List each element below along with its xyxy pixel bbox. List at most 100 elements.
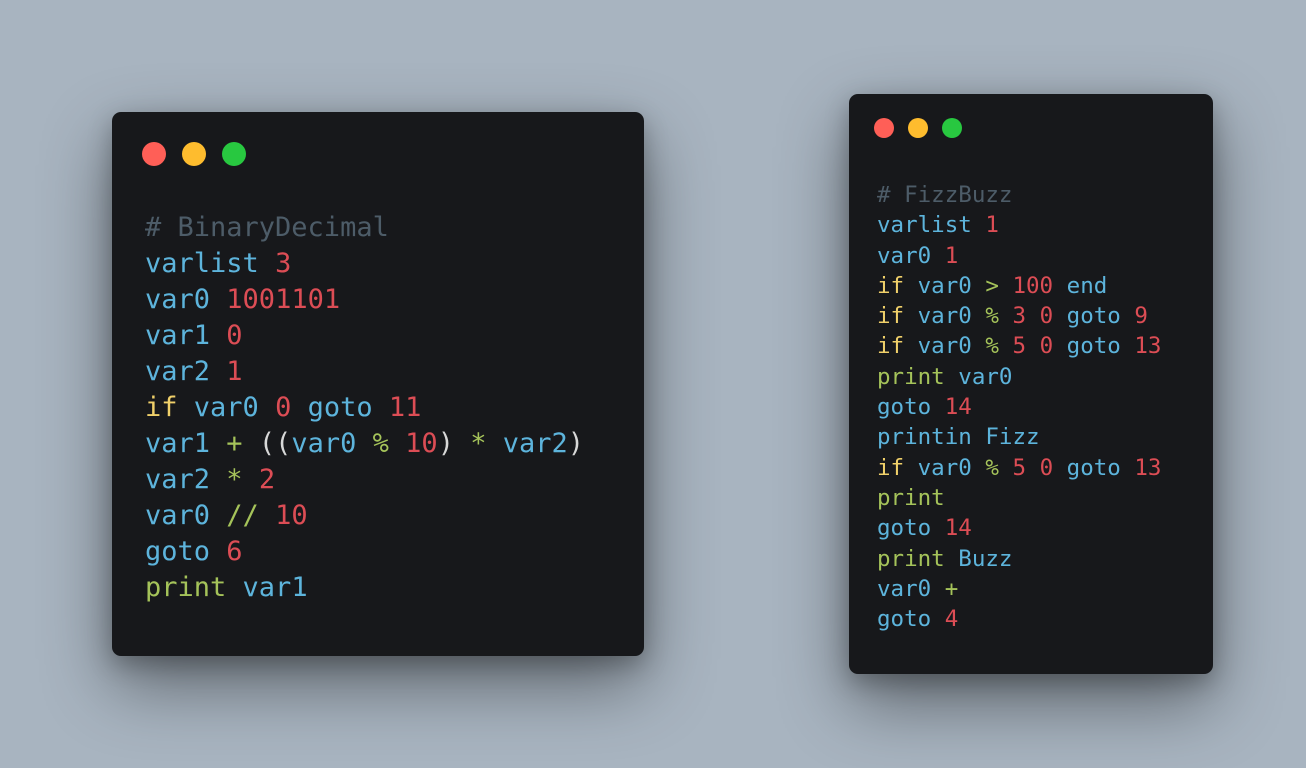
identifier-token: end bbox=[1066, 272, 1108, 299]
number-token: 0 bbox=[1039, 333, 1054, 360]
comment-token: # BinaryDecimal bbox=[145, 212, 389, 243]
identifier-token: var0 bbox=[877, 575, 932, 602]
code-block: # FizzBuzz varlist 1 var0 1 if var0 > 100 e… bbox=[877, 180, 1213, 634]
paren-token: ) bbox=[437, 428, 454, 459]
code-line: goto 6 bbox=[145, 534, 644, 570]
keyword-token: if bbox=[145, 392, 178, 423]
identifier-token: var2 bbox=[502, 428, 568, 459]
identifier-token: var2 bbox=[145, 464, 211, 495]
code-line: varlist 3 bbox=[145, 246, 644, 282]
number-token: 0 bbox=[1039, 303, 1054, 330]
code-line: print bbox=[877, 483, 1213, 513]
number-token: 1 bbox=[985, 212, 999, 239]
number-token: 10 bbox=[275, 500, 308, 531]
close-dot-icon[interactable] bbox=[142, 142, 166, 166]
identifier-token: goto bbox=[307, 392, 373, 423]
code-line: var0 1 bbox=[877, 241, 1213, 271]
identifier-token: var0 bbox=[193, 392, 259, 423]
number-token: 0 bbox=[226, 320, 243, 351]
number-token: 3 bbox=[1012, 303, 1027, 330]
number-token: 5 bbox=[1012, 333, 1027, 360]
keyword-token: if bbox=[877, 303, 905, 330]
code-line: var0 + bbox=[877, 574, 1213, 604]
window-controls bbox=[142, 142, 644, 166]
identifier-token: var0 bbox=[917, 454, 972, 481]
number-token: 1001101 bbox=[226, 284, 341, 315]
code-line: if var0 0 goto 11 bbox=[145, 390, 644, 426]
identifier-token: Fizz bbox=[985, 424, 1040, 451]
window-controls bbox=[874, 118, 1213, 138]
code-block: # BinaryDecimal varlist 3 var0 1001101 var1… bbox=[145, 210, 644, 606]
identifier-token: var1 bbox=[242, 572, 308, 603]
number-token: 13 bbox=[1134, 454, 1162, 481]
minimize-dot-icon[interactable] bbox=[908, 118, 928, 138]
paren-token: ) bbox=[567, 428, 585, 459]
code-line: # FizzBuzz bbox=[877, 180, 1213, 210]
number-token: 4 bbox=[944, 606, 959, 633]
number-token: 11 bbox=[388, 392, 422, 423]
code-line: if var0 > 100 end bbox=[877, 271, 1213, 301]
code-line: if var0 % 3 0 goto 9 bbox=[877, 301, 1213, 331]
operator-token: > bbox=[985, 272, 999, 299]
maximize-dot-icon[interactable] bbox=[942, 118, 962, 138]
operator-token: print bbox=[877, 484, 945, 511]
number-token: 5 bbox=[1012, 454, 1027, 481]
identifier-token: var2 bbox=[145, 356, 211, 387]
number-token: 1 bbox=[944, 242, 959, 269]
code-line: printin Fizz bbox=[877, 422, 1213, 452]
operator-token: % bbox=[372, 428, 389, 459]
number-token: 100 bbox=[1012, 272, 1054, 299]
number-token: 0 bbox=[1039, 454, 1054, 481]
identifier-token: var0 bbox=[958, 363, 1013, 390]
operator-token: + bbox=[944, 575, 959, 602]
code-line: print var1 bbox=[145, 570, 644, 606]
identifier-token: goto bbox=[877, 606, 932, 633]
minimize-dot-icon[interactable] bbox=[182, 142, 206, 166]
number-token: 6 bbox=[226, 536, 243, 567]
identifier-token: var1 bbox=[145, 320, 211, 351]
code-line: var0 1001101 bbox=[145, 282, 644, 318]
identifier-token: goto bbox=[1066, 333, 1121, 360]
operator-token: + bbox=[226, 428, 243, 459]
code-line: print var0 bbox=[877, 362, 1213, 392]
operator-token: print bbox=[145, 572, 227, 603]
operator-token: % bbox=[985, 303, 999, 330]
identifier-token: varlist bbox=[145, 248, 259, 279]
number-token: 13 bbox=[1134, 333, 1162, 360]
number-token: 14 bbox=[944, 394, 972, 421]
code-line: if var0 % 5 0 goto 13 bbox=[877, 453, 1213, 483]
operator-token: // bbox=[226, 500, 259, 531]
close-dot-icon[interactable] bbox=[874, 118, 894, 138]
number-token: 1 bbox=[226, 356, 243, 387]
identifier-token: var1 bbox=[145, 428, 211, 459]
code-line: var0 // 10 bbox=[145, 498, 644, 534]
code-line: # BinaryDecimal bbox=[145, 210, 644, 246]
identifier-token: var0 bbox=[877, 242, 932, 269]
code-line: var1 0 bbox=[145, 318, 644, 354]
maximize-dot-icon[interactable] bbox=[222, 142, 246, 166]
identifier-token: var0 bbox=[917, 272, 972, 299]
identifier-token: goto bbox=[877, 515, 932, 542]
comment-token: # FizzBuzz bbox=[877, 182, 1013, 208]
operator-token: * bbox=[470, 428, 487, 459]
identifier-token: Buzz bbox=[958, 545, 1013, 572]
operator-token: % bbox=[985, 454, 999, 481]
identifier-token: var0 bbox=[145, 500, 211, 531]
keyword-token: if bbox=[877, 454, 905, 481]
code-line: varlist 1 bbox=[877, 210, 1213, 240]
operator-token: * bbox=[226, 464, 243, 495]
code-line: if var0 % 5 0 goto 13 bbox=[877, 331, 1213, 361]
code-window-binary-decimal: # BinaryDecimal varlist 3 var0 1001101 var1… bbox=[112, 112, 644, 656]
paren-token: (( bbox=[258, 428, 292, 459]
operator-token: print bbox=[877, 363, 945, 390]
number-token: 3 bbox=[275, 248, 292, 279]
number-token: 10 bbox=[405, 428, 438, 459]
number-token: 2 bbox=[258, 464, 276, 495]
identifier-token: goto bbox=[1066, 303, 1121, 330]
identifier-token: var0 bbox=[291, 428, 357, 459]
number-token: 0 bbox=[275, 392, 292, 423]
code-line: goto 14 bbox=[877, 392, 1213, 422]
identifier-token: var0 bbox=[145, 284, 211, 315]
identifier-token: var0 bbox=[917, 303, 972, 330]
keyword-token: if bbox=[877, 333, 905, 360]
